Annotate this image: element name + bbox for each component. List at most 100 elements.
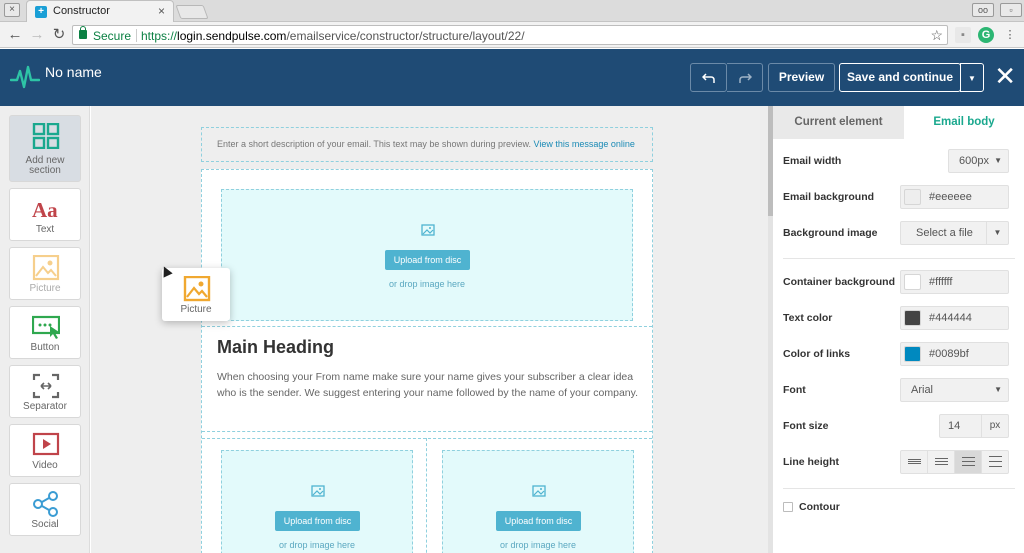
image-placeholder-icon — [311, 485, 325, 497]
preview-button[interactable]: Preview — [768, 63, 835, 92]
close-editor-icon[interactable]: ✕ — [994, 61, 1016, 91]
color-swatch[interactable] — [904, 274, 921, 290]
window-menu-button[interactable]: × — [4, 3, 20, 17]
upload-from-disc-button[interactable]: Upload from disc — [385, 250, 470, 270]
undo-icon — [701, 73, 715, 83]
back-arrow-icon[interactable]: ← — [6, 26, 24, 44]
main-heading[interactable]: Main Heading — [217, 337, 334, 358]
text-aa-icon: Aa — [32, 198, 58, 222]
container-background-label: Container background — [783, 276, 896, 288]
caret-down-icon: ▼ — [994, 385, 1002, 394]
font-select[interactable]: Arial ▼ — [900, 378, 1009, 402]
font-row: Font Arial ▼ — [783, 378, 1015, 404]
link-color-label: Color of links — [783, 348, 851, 360]
email-width-value: 600px — [959, 155, 989, 167]
column-divider — [426, 438, 427, 553]
link-color-picker[interactable]: #0089bf — [900, 342, 1009, 366]
contour-checkbox[interactable] — [783, 502, 793, 512]
app-header: No name Preview Save and continue ▼ ✕ — [0, 49, 1024, 106]
color-value: #eeeeee — [929, 191, 972, 203]
redo-button[interactable] — [727, 63, 763, 92]
color-value: #ffffff — [929, 276, 953, 288]
email-background-label: Email background — [783, 191, 875, 203]
separator-tool[interactable]: Separator — [9, 365, 81, 418]
svg-text:Aa: Aa — [32, 198, 58, 222]
address-bar[interactable]: Secure https://login.sendpulse.com/email… — [72, 25, 948, 45]
tab-current-element[interactable]: Current element — [773, 106, 904, 139]
font-size-input[interactable]: 14 px — [939, 414, 1009, 438]
view-online-link[interactable]: View this message online — [534, 139, 635, 149]
upload-from-disc-button[interactable]: Upload from disc — [275, 511, 360, 531]
text-color-picker[interactable]: #444444 — [900, 306, 1009, 330]
email-width-row: Email width 600px ▼ — [783, 149, 1015, 175]
profile-icon[interactable]: oo — [972, 3, 994, 17]
font-size-label: Font size — [783, 420, 829, 432]
tool-label: Text — [35, 224, 55, 235]
email-width-select[interactable]: 600px ▼ — [948, 149, 1009, 173]
dragged-picture-element[interactable]: Picture — [162, 268, 230, 321]
text-tool[interactable]: Aa Text — [9, 188, 81, 241]
line-height-options — [900, 450, 1009, 474]
add-new-section-tool[interactable]: Add new section — [9, 115, 81, 182]
color-swatch[interactable] — [904, 189, 921, 205]
tab-close-icon[interactable]: × — [158, 4, 165, 18]
drop-image-hint: or drop image here — [278, 540, 356, 550]
save-and-continue-button[interactable]: Save and continue — [839, 63, 961, 92]
body-paragraph[interactable]: When choosing your From name make sure y… — [217, 369, 642, 401]
text-block[interactable]: Main Heading When choosing your From nam… — [202, 326, 652, 432]
line-height-normal-button[interactable] — [928, 451, 955, 473]
tool-label: Social — [31, 519, 59, 530]
video-tool[interactable]: Video — [9, 424, 81, 477]
email-background-color-picker[interactable]: #eeeeee — [900, 185, 1009, 209]
redo-icon — [738, 73, 752, 83]
save-options-dropdown[interactable]: ▼ — [960, 63, 984, 92]
preheader-text: Enter a short description of your email.… — [217, 139, 531, 149]
image-block[interactable]: Upload from disc or drop image here — [442, 450, 634, 553]
new-tab-button[interactable] — [175, 5, 209, 19]
background-image-row: Background image Select a file ▼ — [783, 221, 1015, 247]
reload-icon[interactable]: ↻ — [50, 26, 68, 44]
social-tool[interactable]: Social — [9, 483, 81, 536]
bookmark-star-icon[interactable]: ☆ — [930, 27, 943, 44]
window-restore-icon[interactable]: ▫ — [1000, 3, 1022, 17]
tool-label: Video — [32, 460, 58, 471]
settings-panel: Current element Email body Email width 6… — [773, 106, 1024, 553]
button-tool[interactable]: Button — [9, 306, 81, 359]
tab-email-body[interactable]: Email body — [904, 106, 1024, 139]
line-height-label: Line height — [783, 456, 839, 468]
document-name[interactable]: No name — [45, 64, 102, 80]
font-label: Font — [783, 384, 806, 396]
font-size-value: 14 — [948, 420, 961, 432]
extension-icon[interactable]: ▪ — [955, 27, 971, 43]
browser-toolbar: ← → ↻ Secure https://login.sendpulse.com… — [0, 22, 1024, 48]
select-file-button[interactable]: Select a file ▼ — [900, 221, 1009, 245]
image-block[interactable]: Upload from disc or drop image here — [221, 189, 633, 321]
undo-button[interactable] — [690, 63, 727, 92]
line-height-compact-button[interactable] — [901, 451, 928, 473]
browser-menu-icon[interactable]: ⋮ — [1002, 27, 1018, 43]
url-text: https://login.sendpulse.com/emailservice… — [141, 29, 525, 43]
picture-tool[interactable]: Picture — [9, 247, 81, 300]
line-height-relaxed-button[interactable] — [955, 451, 982, 473]
caret-down-icon[interactable]: ▼ — [986, 222, 1008, 244]
image-block[interactable]: Upload from disc or drop image here — [221, 450, 413, 553]
tool-label: Add new section — [25, 155, 65, 176]
container-background-color-picker[interactable]: #ffffff — [900, 270, 1009, 294]
text-color-label: Text color — [783, 312, 833, 324]
forward-arrow-icon[interactable]: → — [28, 26, 46, 44]
upload-from-disc-button[interactable]: Upload from disc — [496, 511, 581, 531]
separator-icon — [32, 373, 60, 399]
color-value: #0089bf — [929, 348, 969, 360]
browser-tab[interactable]: + Constructor × — [26, 0, 174, 22]
email-container: Upload from disc or drop image here Main… — [201, 169, 653, 553]
tab-title: Constructor — [53, 5, 110, 17]
settings-tabs: Current element Email body — [773, 106, 1024, 139]
line-height-loose-button[interactable] — [982, 451, 1009, 473]
color-swatch[interactable] — [904, 346, 921, 362]
color-swatch[interactable] — [904, 310, 921, 326]
contour-label[interactable]: Contour — [799, 501, 840, 513]
grammarly-extension-icon[interactable]: G — [978, 27, 994, 43]
preheader-block[interactable]: Enter a short description of your email.… — [201, 127, 653, 162]
button-icon — [32, 315, 60, 339]
tool-label: Picture — [29, 283, 61, 294]
